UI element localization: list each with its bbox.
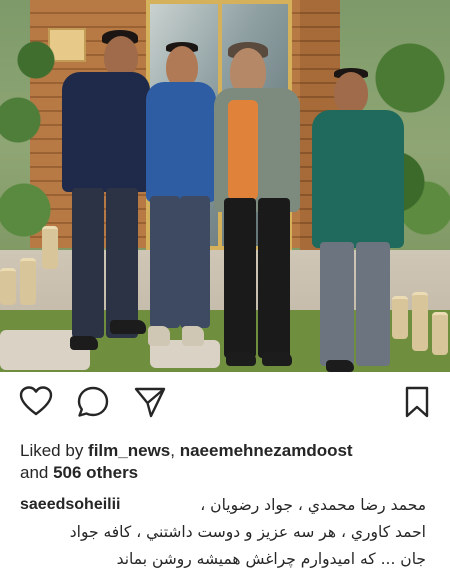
caption-text: محمد رضا محمدي ، جواد رضويان ، احمد کاور… [6,492,426,573]
likes-separator: , [170,441,180,460]
speech-bubble-icon[interactable] [76,385,110,419]
bookmark-icon[interactable] [400,385,434,419]
caption-line: جان ... که اميدوارم چراغش هميشه روشن بما… [116,550,426,568]
garden-log [412,292,428,351]
likes-summary: Liked by film_news, naeemehnezamdoost an… [20,440,436,484]
and-label: and [20,463,54,482]
heart-icon[interactable] [19,385,53,419]
liked-user-1[interactable]: film_news [88,441,170,460]
action-bar [0,385,450,419]
post-photo[interactable] [0,0,450,372]
garden-log [42,226,58,269]
others-count-link[interactable]: 506 others [53,463,138,482]
liked-by-label: Liked by [20,441,89,460]
garden-log [392,296,408,339]
garden-log [432,312,448,355]
paper-plane-icon[interactable] [133,385,167,419]
garden-log [20,258,36,305]
caption-line: محمد رضا محمدي ، جواد رضويان ، [200,496,426,514]
liked-user-2[interactable]: naeemehnezamdoost [180,441,353,460]
garden-log [0,268,16,305]
instagram-post: Liked by film_news, naeemehnezamdoost an… [0,0,450,574]
caption-line: احمد کاوري ، هر سه عزيز و دوست داشتني ، … [69,523,426,541]
